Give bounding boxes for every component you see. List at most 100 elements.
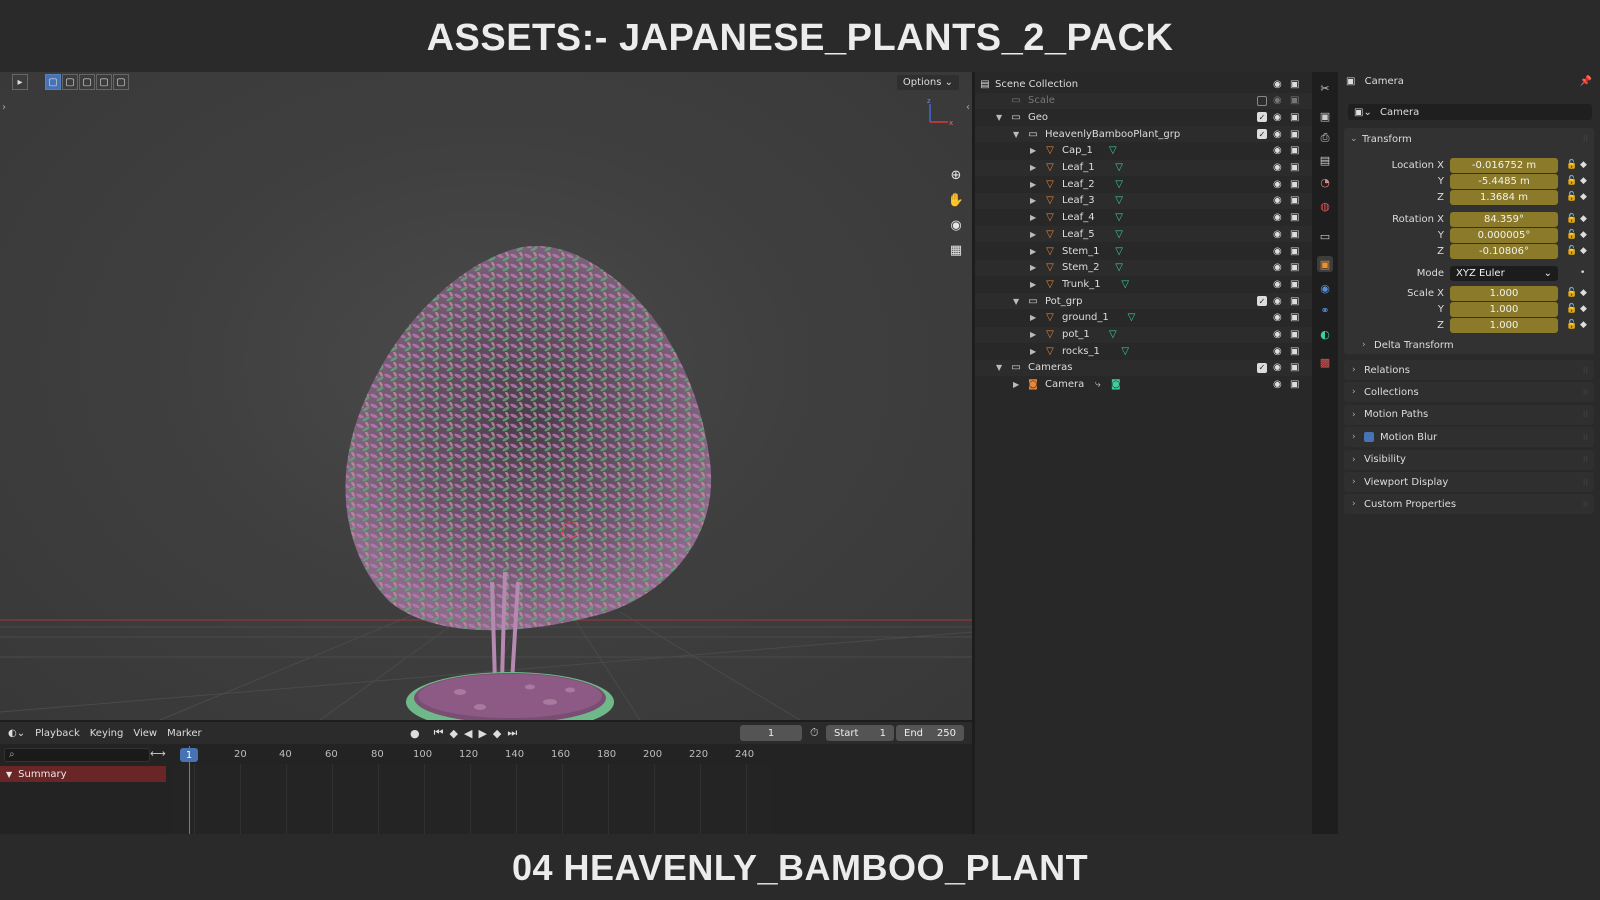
rotation-y-field[interactable]: 0.000005° [1450, 228, 1558, 243]
visibility-eye-icon[interactable]: ◉ [1273, 95, 1282, 106]
mesh-data-icon[interactable]: ▽ [1115, 162, 1123, 173]
lock-icon[interactable]: 🔓 [1566, 176, 1577, 186]
object-type-icon[interactable]: ▣⌄ [1354, 107, 1372, 118]
collapse-arrow-icon[interactable]: ▶ [1030, 163, 1036, 172]
render-camera-icon[interactable]: ▣ [1290, 112, 1299, 123]
mesh-data-icon[interactable]: ▽ [1115, 262, 1123, 273]
data-tab-icon[interactable]: ◐ [1317, 326, 1333, 342]
world-tab-icon[interactable]: ◍ [1317, 198, 1333, 214]
visibility-eye-icon[interactable]: ◉ [1273, 212, 1282, 223]
zoom-icon[interactable]: ⊕ [945, 164, 967, 186]
perspective-grid-icon[interactable]: ▦ [945, 239, 967, 261]
visibility-eye-icon[interactable]: ◉ [1273, 329, 1282, 340]
expand-arrow-icon[interactable]: ▼ [1013, 297, 1019, 306]
render-camera-icon[interactable]: ▣ [1290, 329, 1299, 340]
collapse-arrow-icon[interactable]: ▶ [1030, 146, 1036, 155]
mesh-data-icon[interactable]: ▽ [1121, 279, 1129, 290]
view-layer-tab-icon[interactable]: ▤ [1317, 152, 1333, 168]
collapse-arrow-icon[interactable]: ▶ [1030, 330, 1036, 339]
collapse-arrow-icon[interactable]: ▶ [1030, 247, 1036, 256]
exclude-checkbox[interactable]: ✓ [1257, 112, 1267, 123]
lock-icon[interactable]: 🔓 [1566, 288, 1577, 298]
swap-icon[interactable]: ⟷ [150, 747, 166, 760]
camera-data-icon[interactable]: ◙ [1111, 379, 1121, 390]
visibility-eye-icon[interactable]: ◉ [1273, 312, 1282, 323]
keyframe-icon[interactable]: ◆ [1580, 246, 1587, 256]
mesh-data-icon[interactable]: ▽ [1115, 212, 1123, 223]
drag-handle-icon[interactable]: ⁝⁝ [1583, 500, 1588, 509]
start-frame-field[interactable]: Start 1 [826, 725, 894, 741]
keyframe-icon[interactable]: ◆ [1580, 320, 1587, 330]
select-mode-extend-icon[interactable]: ▢ [62, 74, 78, 90]
drag-handle-icon[interactable]: ⁝⁝ [1583, 388, 1588, 397]
keyframe-icon[interactable]: ◆ [1580, 304, 1587, 314]
visibility-eye-icon[interactable]: ◉ [1273, 362, 1282, 373]
panel-motion-blur[interactable]: › Motion Blur ⁝⁝ [1344, 427, 1594, 448]
exclude-checkbox[interactable]: ✓ [1257, 129, 1267, 140]
outliner-row[interactable]: ▶ ▽ Trunk_1 ▽ ◉ ▣ [975, 276, 1312, 292]
render-camera-icon[interactable]: ▣ [1290, 379, 1299, 390]
panel-motion-paths[interactable]: › Motion Paths ⁝⁝ [1344, 404, 1594, 425]
transform-title[interactable]: Transform [1362, 134, 1412, 145]
rotation-x-field[interactable]: 84.359° [1450, 212, 1558, 227]
mesh-data-icon[interactable]: ▽ [1115, 195, 1123, 206]
motion-blur-checkbox[interactable] [1364, 432, 1374, 443]
expand-arrow-icon[interactable]: ▼ [996, 363, 1002, 372]
scale-x-field[interactable]: 1.000 [1450, 286, 1558, 301]
render-camera-icon[interactable]: ▣ [1290, 95, 1299, 106]
panel-relations[interactable]: › Relations ⁝⁝ [1344, 360, 1594, 380]
visibility-eye-icon[interactable]: ◉ [1273, 279, 1282, 290]
render-camera-icon[interactable]: ▣ [1290, 212, 1299, 223]
visibility-eye-icon[interactable]: ◉ [1273, 129, 1282, 140]
menu-marker[interactable]: Marker [167, 728, 202, 739]
collapse-arrow-icon[interactable]: ▶ [1030, 313, 1036, 322]
play-icon[interactable]: ▶ [478, 727, 486, 740]
collapse-arrow-icon[interactable]: ▶ [1030, 263, 1036, 272]
exclude-checkbox[interactable] [1257, 95, 1267, 106]
visibility-eye-icon[interactable]: ◉ [1273, 346, 1282, 357]
visibility-eye-icon[interactable]: ◉ [1273, 112, 1282, 123]
render-tab-icon[interactable]: ▣ [1317, 108, 1333, 124]
toolbar-toggle-icon[interactable]: › [2, 102, 6, 113]
render-camera-icon[interactable]: ▣ [1290, 129, 1299, 140]
location-z-field[interactable]: 1.3684 m [1450, 190, 1558, 205]
mesh-data-icon[interactable]: ▽ [1115, 246, 1123, 257]
exclude-checkbox[interactable]: ✓ [1257, 362, 1267, 373]
panel-collections[interactable]: › Collections ⁝⁝ [1344, 382, 1594, 403]
drag-handle-icon[interactable]: ⁝⁝ [1583, 433, 1588, 442]
outliner-row[interactable]: ▶ ▽ Leaf_4 ▽ ◉ ▣ [975, 210, 1312, 226]
panel-viewport-display[interactable]: › Viewport Display ⁝⁝ [1344, 472, 1594, 492]
lock-icon[interactable]: 🔓 [1566, 304, 1577, 314]
current-frame-field[interactable]: 1 [740, 725, 802, 741]
panel-custom-properties[interactable]: › Custom Properties ⁝⁝ [1344, 494, 1594, 515]
keyframe-icon[interactable]: ◆ [1580, 288, 1587, 298]
mesh-data-icon[interactable]: ▽ [1109, 329, 1117, 340]
lock-icon[interactable]: 🔓 [1566, 320, 1577, 330]
editor-type-icon[interactable]: ◐⌄ [8, 728, 25, 739]
visibility-eye-icon[interactable]: ◉ [1273, 195, 1282, 206]
physics-tab-icon[interactable]: ◉ [1317, 280, 1333, 296]
select-mode-subtract-icon[interactable]: ▢ [79, 74, 95, 90]
chevron-right-icon[interactable]: › [1362, 340, 1366, 350]
delta-transform-subpanel[interactable]: Delta Transform [1374, 340, 1454, 351]
outliner-row[interactable]: ▼ ▭ Cameras ✓ ◉ ▣ [975, 359, 1312, 376]
render-camera-icon[interactable]: ▣ [1290, 195, 1299, 206]
dopesheet-area[interactable] [172, 764, 772, 834]
object-name-field[interactable]: ▣⌄ Camera [1348, 104, 1592, 120]
mesh-data-icon[interactable]: ▽ [1109, 145, 1117, 156]
render-camera-icon[interactable]: ▣ [1290, 279, 1299, 290]
lock-icon[interactable]: 🔓 [1566, 160, 1577, 170]
outliner-row[interactable]: ▶ ▽ Stem_1 ▽ ◉ ▣ [975, 243, 1312, 259]
axis-gizmo[interactable]: z x [924, 98, 954, 128]
rotation-z-field[interactable]: -0.10806° [1450, 244, 1558, 259]
outliner-row[interactable]: ▶ ◙ Camera ⤷ ◙ ◉ ▣ [975, 377, 1312, 393]
outliner-row[interactable]: ▤ Scene Collection ◉ ▣ [975, 76, 1312, 92]
scale-y-field[interactable]: 1.000 [1450, 302, 1558, 317]
render-camera-icon[interactable]: ▣ [1290, 246, 1299, 257]
visibility-eye-icon[interactable]: ◉ [1273, 179, 1282, 190]
visibility-eye-icon[interactable]: ◉ [1273, 262, 1282, 273]
chevron-down-icon[interactable]: ⌄ [1350, 134, 1358, 144]
exclude-checkbox[interactable]: ✓ [1257, 296, 1267, 307]
constraint-icon[interactable]: ⤷ [1095, 379, 1101, 390]
outliner-row[interactable]: ▶ ▽ Leaf_3 ▽ ◉ ▣ [975, 192, 1312, 209]
